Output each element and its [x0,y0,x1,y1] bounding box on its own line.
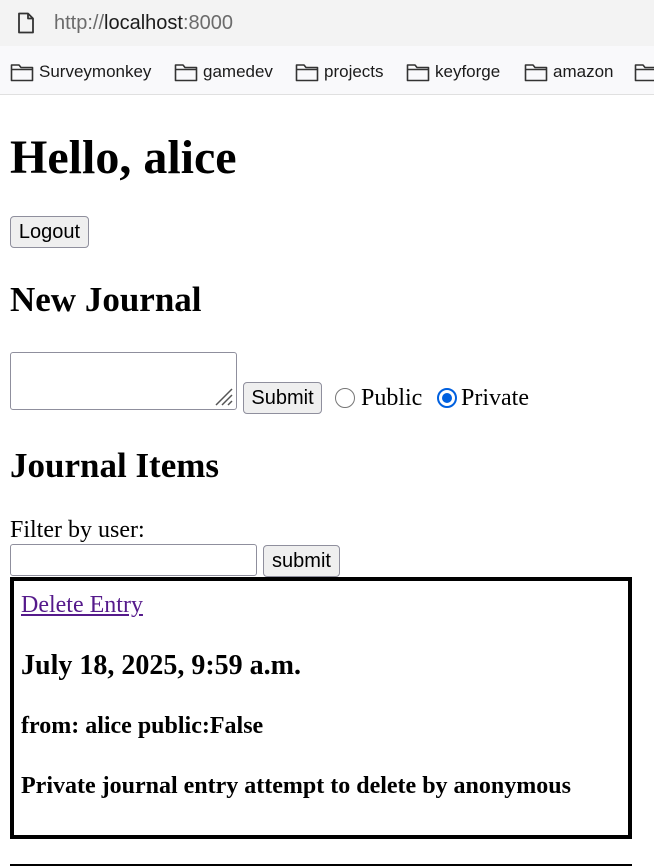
address-bar[interactable]: http://localhost:8000 [0,0,654,46]
private-radio-label[interactable]: Private [461,384,529,412]
private-radio[interactable] [437,388,457,408]
folder-icon [10,64,34,82]
folder-icon [634,64,654,82]
folder-icon [174,64,198,82]
url-host: localhost [104,12,183,34]
entry-text: Private journal entry attempt to delete … [21,773,571,799]
folder-icon [524,64,548,82]
journal-submit-button[interactable]: Submit [243,382,322,414]
bookmark-label: Surveymonkey [39,62,152,81]
journal-entry-textarea[interactable] [10,352,237,410]
bookmark-label: projects [324,62,384,81]
journal-items-heading: Journal Items [10,446,220,485]
bookmark-keyforge[interactable]: keyforge [406,60,500,84]
entry-meta: from: alice public:False [21,713,264,739]
filter-user-input[interactable] [10,544,257,576]
filter-label: Filter by user: [10,517,145,543]
bookmark-label: amazon [553,62,614,81]
url-scheme: http:// [54,12,105,34]
bookmark-overflow[interactable] [634,60,654,84]
bookmark-amazon[interactable]: amazon [524,60,613,84]
bookmark-label: keyforge [435,62,501,81]
page-title: Hello, alice [10,131,237,184]
folder-icon [406,64,430,82]
public-radio-label[interactable]: Public [361,384,422,412]
bookmark-gamedev[interactable]: gamedev [174,60,273,84]
bookmark-label: gamedev [203,62,273,81]
filter-submit-button[interactable]: submit [263,545,340,577]
url-text[interactable]: http://localhost:8000 [54,11,233,35]
new-journal-heading: New Journal [10,280,202,319]
page-icon [18,12,34,34]
url-port: :8000 [182,12,234,34]
journal-entry-card: Delete Entry July 18, 2025, 9:59 a.m. fr… [10,577,632,839]
logout-button[interactable]: Logout [10,216,89,248]
divider [10,864,632,866]
bookmarks-bar: Surveymonkey gamedev projects keyforge a… [0,46,654,95]
bookmark-projects[interactable]: projects [295,60,384,84]
public-radio[interactable] [335,388,355,408]
resize-grip-icon[interactable] [212,385,234,407]
entry-date: July 18, 2025, 9:59 a.m. [21,650,301,681]
delete-entry-link[interactable]: Delete Entry [21,591,143,619]
bookmark-surveymonkey[interactable]: Surveymonkey [10,60,151,84]
folder-icon [295,64,319,82]
